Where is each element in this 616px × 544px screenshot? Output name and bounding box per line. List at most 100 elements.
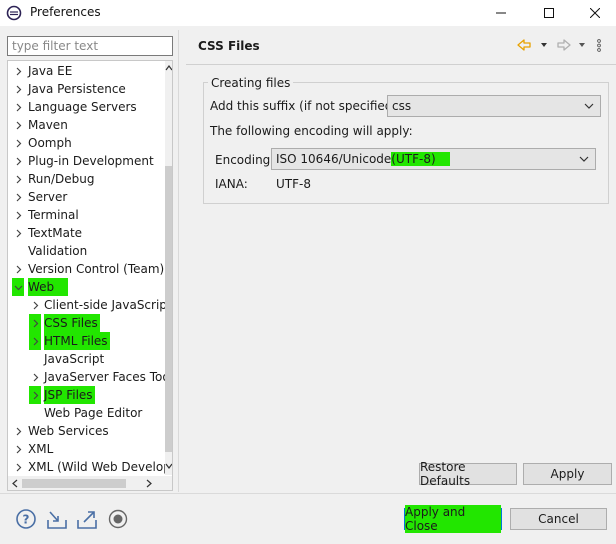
tree-item[interactable]: Server (8, 188, 165, 206)
chevron-right-icon[interactable] (12, 98, 24, 116)
tree-item-label: TextMate (28, 226, 83, 240)
iana-label: IANA: (215, 177, 248, 191)
chevron-right-icon[interactable] (12, 440, 24, 458)
chevron-right-icon[interactable] (12, 62, 24, 80)
suffix-value: css (392, 99, 412, 113)
maximize-button[interactable] (526, 0, 572, 26)
cancel-button[interactable]: Cancel (510, 508, 607, 530)
tree-item[interactable]: HTML Files (8, 332, 165, 350)
forward-dropdown-icon[interactable] (578, 37, 586, 53)
tree-item[interactable]: Maven (8, 116, 165, 134)
tree-item-label: JSP Files (44, 386, 95, 404)
chevron-down-icon (584, 103, 594, 109)
group-title: Creating files (208, 76, 294, 90)
tree-item[interactable]: JavaScript (8, 350, 165, 368)
group-border (286, 82, 609, 83)
chevron-right-icon[interactable] (29, 296, 41, 314)
encoding-note: The following encoding will apply: (210, 124, 413, 138)
tree-item[interactable]: Java Persistence (8, 80, 165, 98)
tree-item[interactable]: Web Services (8, 422, 165, 440)
scroll-left-icon[interactable] (10, 476, 20, 491)
chevron-right-icon[interactable] (12, 206, 24, 224)
tree-item[interactable]: JavaServer Faces Tools (8, 368, 172, 386)
tree-item[interactable]: Terminal (8, 206, 165, 224)
encoding-value-highlight: (UTF-8) (391, 152, 450, 166)
tree-horizontal-scroll-thumb[interactable] (22, 479, 126, 488)
tree-item[interactable]: XML (8, 440, 165, 458)
chevron-right-icon[interactable] (12, 170, 24, 188)
tree-item[interactable]: Language Servers (8, 98, 165, 116)
export-icon[interactable] (76, 508, 98, 530)
tree-item-label: JavaScript (44, 352, 105, 366)
chevron-right-icon[interactable] (12, 188, 24, 206)
help-icon[interactable]: ? (15, 508, 37, 530)
chevron-right-icon[interactable] (29, 332, 41, 350)
tree-item-label: Web Page Editor (44, 406, 143, 420)
tree-item[interactable]: Web Page Editor (8, 404, 165, 422)
tree-item-label: JavaServer Faces Tools (44, 370, 173, 384)
forward-arrow-icon[interactable] (556, 37, 572, 53)
tree-item-label: Terminal (28, 208, 79, 222)
preference-tree[interactable]: Java EE Java Persistence Language Servers M… (7, 60, 173, 491)
tree-item[interactable]: XML (Wild Web Developer) (8, 458, 172, 476)
restore-defaults-label: Restore Defaults (420, 460, 471, 488)
apply-and-close-button[interactable]: Apply and Close (404, 505, 502, 533)
tree-vertical-scroll-thumb[interactable] (165, 166, 172, 452)
filter-input[interactable] (7, 36, 173, 56)
page-title: CSS Files (198, 39, 260, 53)
tree-item[interactable]: Client-side JavaScript (8, 296, 172, 314)
iana-value: UTF-8 (276, 177, 311, 191)
tree-item[interactable]: JSP Files (8, 386, 165, 404)
chevron-right-icon[interactable] (29, 314, 41, 332)
close-button[interactable] (572, 0, 616, 26)
chevron-right-icon[interactable] (12, 260, 24, 278)
tree-item-label: Java Persistence (28, 82, 126, 96)
view-menu-icon[interactable] (596, 37, 602, 53)
minimize-button[interactable] (478, 0, 524, 26)
back-arrow-icon[interactable] (516, 37, 532, 53)
tree-item[interactable]: Oomph (8, 134, 165, 152)
tree-item[interactable]: Version Control (Team) (8, 260, 165, 278)
scroll-right-icon[interactable] (144, 476, 154, 491)
scroll-up-icon[interactable] (165, 63, 173, 73)
tree-item-label: Plug-in Development (28, 154, 154, 168)
tree-item-label: XML (28, 442, 54, 456)
tree-item[interactable]: Plug-in Development (8, 152, 165, 170)
back-dropdown-icon[interactable] (540, 37, 548, 53)
tree-item-label: Web Services (28, 424, 109, 438)
chevron-right-icon[interactable] (12, 422, 24, 440)
apply-button[interactable]: Apply (523, 463, 612, 485)
svg-text:?: ? (23, 513, 30, 527)
chevron-right-icon[interactable] (12, 224, 24, 242)
chevron-right-icon[interactable] (29, 368, 41, 386)
tree-item[interactable]: Run/Debug (8, 170, 165, 188)
close-icon (590, 8, 600, 18)
chevron-right-icon[interactable] (12, 116, 24, 134)
tree-horizontal-scrollbar[interactable] (8, 476, 172, 491)
tree-item[interactable]: Validation (8, 242, 165, 260)
tree-item[interactable]: Java EE (8, 62, 165, 80)
chevron-right-icon[interactable] (12, 152, 24, 170)
chevron-right-icon[interactable] (29, 386, 41, 404)
record-icon[interactable] (107, 508, 129, 530)
import-icon[interactable] (46, 508, 68, 530)
tree-item[interactable]: Web (8, 278, 165, 296)
tree-item[interactable]: TextMate (8, 224, 165, 242)
suffix-combo[interactable]: css (387, 95, 601, 117)
encoding-combo[interactable]: ISO 10646/Unicode(UTF-8) (271, 148, 596, 170)
apply-and-close-label: Apply and Close (405, 505, 501, 533)
tree-item[interactable]: CSS Files (8, 314, 165, 332)
minimize-icon (496, 12, 506, 14)
header-separator (186, 64, 616, 65)
chevron-right-icon[interactable] (12, 134, 24, 152)
chevron-right-icon[interactable] (12, 458, 24, 476)
tree-item-label: XML (Wild Web Developer) (28, 460, 173, 474)
chevron-down-icon[interactable] (12, 278, 24, 296)
tree-vertical-scrollbar[interactable] (165, 61, 173, 475)
scroll-down-icon[interactable] (165, 461, 173, 471)
tree-item-label: HTML Files (44, 332, 110, 350)
chevron-right-icon[interactable] (12, 80, 24, 98)
restore-defaults-button[interactable]: Restore Defaults (419, 460, 517, 488)
sash-divider[interactable] (178, 30, 179, 492)
title-bar: Preferences (0, 0, 616, 26)
